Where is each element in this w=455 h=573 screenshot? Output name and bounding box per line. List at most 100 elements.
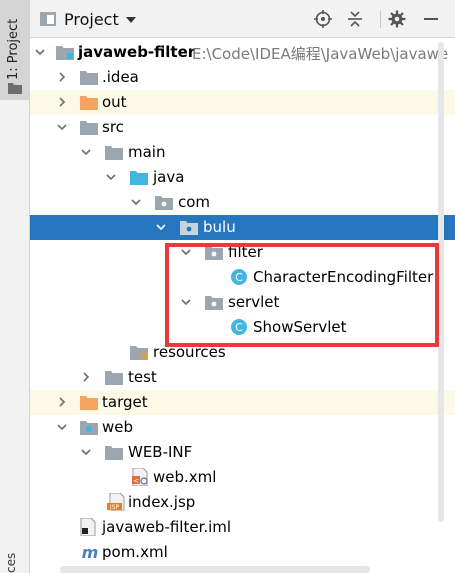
tree-node-web-inf[interactable]: WEB-INF: [30, 440, 455, 465]
tree-node-label: src: [102, 118, 124, 136]
iml-file-icon: [80, 518, 96, 536]
module-folder-icon: [56, 46, 74, 60]
tree-node-label: CharacterEncodingFilter: [253, 268, 434, 286]
resources-folder-icon: [130, 346, 148, 360]
tree-node-label: WEB-INF: [128, 443, 193, 461]
chevron-down-icon[interactable]: [180, 296, 192, 308]
xml-file-icon: <: [132, 468, 148, 486]
tree-node-resources[interactable]: resources: [30, 340, 455, 365]
chevron-down-icon[interactable]: [56, 421, 68, 433]
project-tree: javaweb-filter E:\Code\IDEA编程\JavaWeb\ja…: [30, 38, 455, 573]
tree-node-label: target: [102, 393, 148, 411]
folder-icon: [105, 371, 123, 385]
project-tool-tab-label: 1: Project: [6, 18, 21, 80]
chevron-down-icon[interactable]: [56, 121, 68, 133]
chevron-right-icon[interactable]: [80, 371, 92, 383]
tree-node-javaweb-filter[interactable]: javaweb-filter E:\Code\IDEA编程\JavaWeb\ja…: [30, 40, 455, 65]
tree-node-label: pom.xml: [102, 543, 168, 561]
maven-file-icon: m: [82, 544, 99, 560]
chevron-down-icon[interactable]: [180, 246, 192, 258]
view-title[interactable]: Project: [64, 10, 119, 29]
folder-icon: [105, 146, 123, 160]
tree-node-characterencodingfilter[interactable]: C CharacterEncodingFilter: [30, 265, 455, 290]
chevron-down-icon[interactable]: [126, 17, 136, 23]
tree-node-showservlet[interactable]: C ShowServlet: [30, 315, 455, 340]
tree-node-label: filter: [228, 243, 263, 261]
tree-node-target[interactable]: target: [30, 390, 455, 415]
tree-node-web[interactable]: web: [30, 415, 455, 440]
module-path-text: E:\Code\IDEA编程\JavaWeb\javawe: [192, 45, 449, 63]
folder-icon: [105, 446, 123, 460]
side-bottom-tab-label[interactable]: ces: [4, 553, 18, 573]
folder-icon: [80, 71, 98, 85]
class-icon: C: [231, 319, 247, 335]
package-icon: [155, 196, 173, 210]
tree-node-pom-xml[interactable]: m pom.xml: [30, 540, 455, 565]
tree-node-label: resources: [153, 343, 226, 361]
chevron-down-icon[interactable]: [80, 146, 92, 158]
package-icon: [180, 221, 198, 235]
side-tool-strip: 1: Project ces: [0, 0, 30, 573]
svg-text:<: <: [133, 477, 139, 485]
tree-node-label: servlet: [228, 293, 280, 311]
tree-node-main[interactable]: main: [30, 140, 455, 165]
tree-node-label: javaweb-filter.iml: [102, 518, 232, 536]
project-view-icon: [40, 12, 56, 26]
tree-node-bulu[interactable]: bulu: [30, 215, 455, 240]
tree-node-web-xml[interactable]: < web.xml: [30, 465, 455, 490]
tree-node-label: index.jsp: [128, 493, 196, 511]
tree-node-out[interactable]: out: [30, 90, 455, 115]
chevron-right-icon[interactable]: [56, 396, 68, 408]
vertical-scrollbar[interactable]: [438, 42, 444, 522]
jsp-file-icon: JSP: [107, 493, 125, 511]
locate-icon[interactable]: [314, 10, 332, 28]
toolbar-separator: [380, 10, 381, 28]
tree-node-com[interactable]: com: [30, 190, 455, 215]
package-icon: [205, 246, 223, 260]
hide-icon[interactable]: [422, 10, 440, 28]
tree-node-filter[interactable]: filter: [30, 240, 455, 265]
chevron-down-icon[interactable]: [105, 171, 117, 183]
tree-node-label: .idea: [102, 68, 139, 86]
svg-text:C: C: [235, 271, 243, 284]
excluded-folder-icon: [80, 396, 98, 410]
web-folder-icon: [80, 421, 98, 435]
tree-node-label: com: [178, 193, 211, 211]
tree-node-index-jsp[interactable]: JSP index.jsp: [30, 490, 455, 515]
tree-node-label: web.xml: [153, 468, 217, 486]
tree-node-iml[interactable]: javaweb-filter.iml: [30, 515, 455, 540]
chevron-down-icon[interactable]: [80, 446, 92, 458]
tree-node-label: web: [102, 418, 134, 436]
project-toolbar: Project: [30, 0, 455, 38]
tree-node-label: javaweb-filter: [78, 43, 196, 61]
source-folder-icon: [130, 171, 148, 185]
folder-icon: [80, 121, 98, 135]
horizontal-scrollbar[interactable]: [60, 566, 370, 573]
tree-node-servlet[interactable]: servlet: [30, 290, 455, 315]
svg-text:m: m: [82, 544, 99, 560]
chevron-down-icon[interactable]: [130, 196, 142, 208]
svg-text:C: C: [235, 321, 243, 334]
collapse-all-icon[interactable]: [346, 10, 364, 28]
chevron-down-icon[interactable]: [34, 46, 46, 58]
folder-icon: [8, 83, 22, 94]
tree-node-label: out: [102, 93, 127, 111]
package-icon: [205, 296, 223, 310]
tree-node-java[interactable]: java: [30, 165, 455, 190]
excluded-folder-icon: [80, 96, 98, 110]
chevron-down-icon[interactable]: [155, 221, 167, 233]
tree-node-test[interactable]: test: [30, 365, 455, 390]
class-icon: C: [231, 269, 247, 285]
chevron-right-icon[interactable]: [56, 71, 68, 83]
tree-node-label: ShowServlet: [253, 318, 347, 336]
tree-node-label: test: [128, 368, 157, 386]
tree-node-label: java: [153, 168, 185, 186]
svg-text:JSP: JSP: [109, 504, 120, 511]
project-tool-tab[interactable]: 1: Project: [0, 0, 30, 100]
tree-node-idea[interactable]: .idea: [30, 65, 455, 90]
tree-node-label: main: [128, 143, 166, 161]
chevron-right-icon[interactable]: [56, 96, 68, 108]
tree-node-label: bulu: [203, 218, 236, 236]
tree-node-src[interactable]: src: [30, 115, 455, 140]
settings-icon[interactable]: [388, 10, 406, 28]
